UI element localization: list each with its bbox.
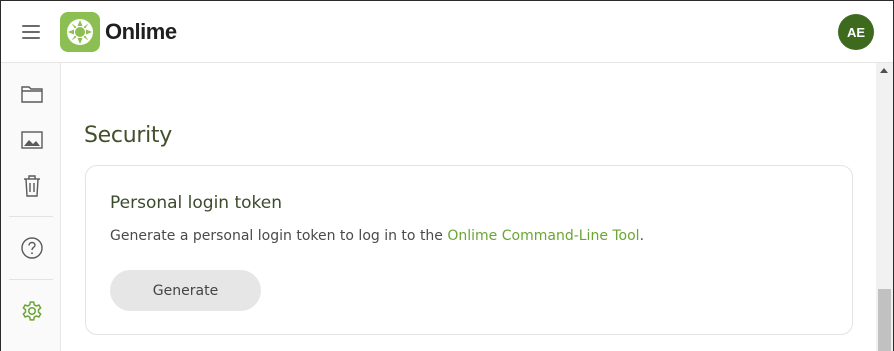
folder-icon[interactable] [19, 81, 45, 107]
sidebar-divider [9, 216, 53, 217]
hamburger-menu-icon[interactable] [15, 18, 47, 46]
settings-icon[interactable] [19, 298, 45, 324]
scrollbar-thumb[interactable] [878, 289, 891, 351]
cli-tool-link[interactable]: Onlime Command-Line Tool [447, 228, 639, 244]
main-content: Security Personal login token Generate a… [62, 63, 876, 351]
scroll-up-arrow-icon[interactable] [880, 68, 888, 73]
top-header: Onlime AE [1, 1, 893, 63]
image-icon[interactable] [19, 127, 45, 153]
vertical-scrollbar[interactable] [876, 63, 893, 351]
sidebar-divider [9, 279, 53, 280]
description-text: Generate a personal login token to log i… [110, 228, 448, 244]
user-avatar[interactable]: AE [838, 14, 874, 50]
description-suffix: . [639, 228, 645, 244]
login-token-card: Personal login token Generate a personal… [85, 165, 853, 335]
section-title: Security [84, 123, 172, 148]
onlime-logo[interactable] [60, 12, 100, 52]
card-title: Personal login token [110, 193, 283, 213]
trash-icon[interactable] [19, 173, 45, 199]
help-icon[interactable] [19, 235, 45, 261]
app-window: Onlime AE Security Personal login token … [0, 0, 894, 351]
sidebar [1, 63, 61, 351]
generate-button[interactable]: Generate [110, 270, 261, 311]
card-description: Generate a personal login token to log i… [110, 228, 644, 244]
brand-name[interactable]: Onlime [105, 19, 177, 45]
